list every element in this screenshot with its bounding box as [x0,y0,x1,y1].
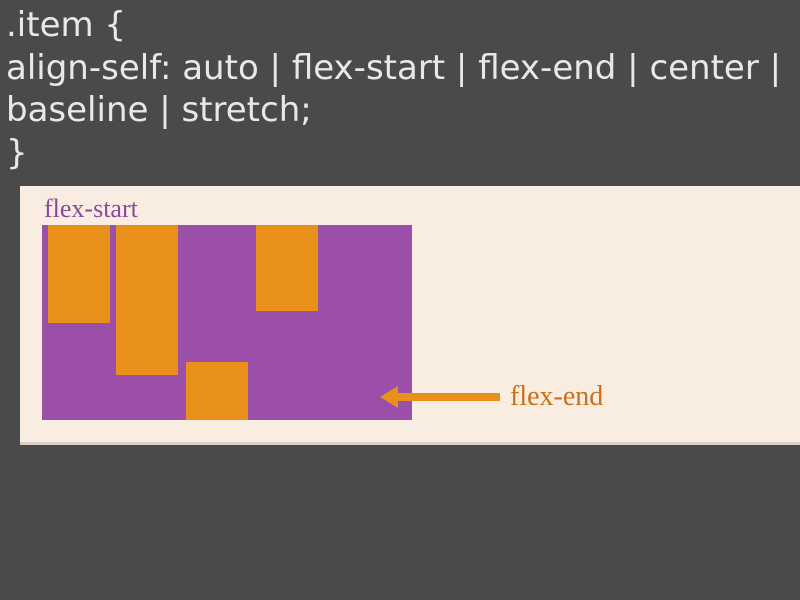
flex-item [48,225,110,323]
css-code-block: .item { align-self: auto | flex-start | … [0,0,800,186]
flex-item [186,362,248,420]
label-flex-end: flex-end [510,381,603,413]
flex-item [256,225,318,311]
code-line-1: .item { [6,4,794,47]
flex-diagram: flex-start flex-end [20,186,800,445]
flex-item [116,225,178,375]
code-line-2: align-self: auto | flex-start | flex-end… [6,47,794,132]
code-line-3: } [6,132,794,175]
flex-container [42,225,412,420]
label-flex-start: flex-start [44,194,800,224]
